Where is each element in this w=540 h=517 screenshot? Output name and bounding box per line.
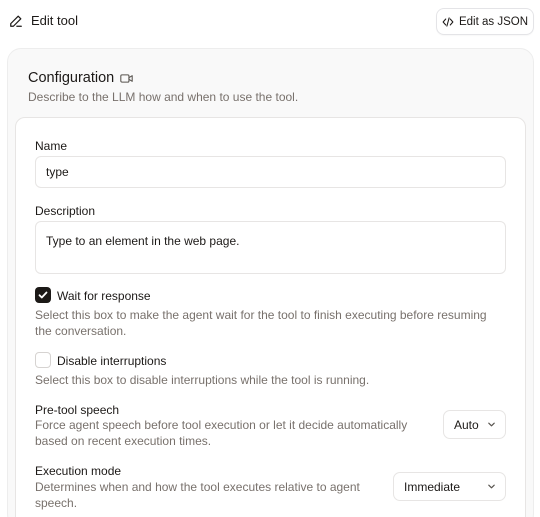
pre-tool-speech-label: Pre-tool speech bbox=[35, 403, 120, 417]
header: Edit tool Edit as JSON bbox=[0, 0, 540, 44]
chevron-down-icon bbox=[488, 422, 495, 427]
pre-tool-speech-select[interactable]: Auto bbox=[443, 410, 506, 439]
disable-interruptions-help: Select this box to disable interruptions… bbox=[35, 373, 370, 387]
configuration-title: Configuration bbox=[28, 70, 115, 86]
title-group: Edit tool bbox=[9, 13, 78, 28]
page-title: Edit tool bbox=[31, 13, 78, 28]
execution-mode-select[interactable]: Immediate bbox=[393, 472, 506, 501]
name-label: Name bbox=[35, 139, 68, 153]
edit-as-json-label: Edit as JSON bbox=[458, 15, 529, 28]
disable-interruptions-checkbox[interactable] bbox=[35, 352, 51, 368]
pre-tool-speech-help-line: Force agent speech before tool execution… bbox=[35, 418, 408, 432]
description-textarea[interactable]: Type to an element in the web page. bbox=[35, 221, 506, 274]
execution-mode-value: Immediate bbox=[404, 479, 461, 494]
wait-for-response-label: Wait for response bbox=[57, 289, 151, 303]
check-icon bbox=[38, 291, 48, 299]
configuration-subtitle: Describe to the LLM how and when to use … bbox=[28, 90, 299, 104]
pre-tool-speech-value: Auto bbox=[454, 417, 479, 432]
wait-for-response-checkbox[interactable] bbox=[35, 287, 51, 303]
chevron-down-icon bbox=[488, 484, 495, 489]
wait-for-response-help-line: Select this box to make the agent wait f… bbox=[35, 308, 487, 322]
wait-for-response-help: Select this box to make the agent wait f… bbox=[35, 307, 487, 339]
wait-for-response-help-line: the conversation. bbox=[35, 324, 127, 338]
configuration-heading: Configuration bbox=[28, 70, 133, 86]
disable-interruptions-label: Disable interruptions bbox=[57, 354, 167, 368]
video-icon bbox=[120, 73, 133, 83]
edit-as-json-button[interactable]: Edit as JSON bbox=[436, 8, 534, 35]
name-input[interactable]: type bbox=[35, 156, 506, 188]
pre-tool-speech-help: Force agent speech before tool execution… bbox=[35, 417, 407, 449]
pencil-icon bbox=[10, 15, 22, 27]
execution-mode-help: Determines when and how the tool execute… bbox=[35, 479, 360, 511]
execution-mode-help-line: Determines when and how the tool execute… bbox=[35, 480, 360, 494]
code-icon bbox=[442, 16, 454, 27]
pre-tool-speech-help-line: based on recent execution times. bbox=[35, 434, 212, 448]
execution-mode-help-line: speech. bbox=[35, 496, 78, 510]
execution-mode-label: Execution mode bbox=[35, 464, 122, 478]
description-label: Description bbox=[35, 204, 96, 218]
